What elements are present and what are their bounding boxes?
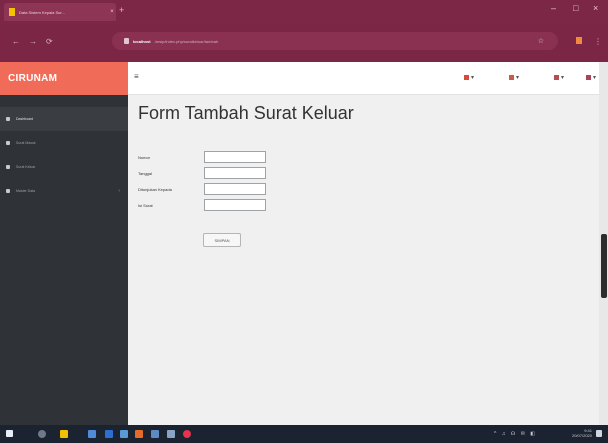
url-field[interactable]: localhost /arsip/index.php/suratkeluar/t…: [112, 32, 558, 50]
browser-address-bar: ← → ⟳ localhost /arsip/index.php/suratke…: [0, 24, 608, 62]
hamburger-menu-icon[interactable]: ≡: [134, 72, 139, 81]
sidebar-item-surat-masuk[interactable]: Surat Masuk: [0, 131, 128, 155]
extension-icon[interactable]: [576, 37, 582, 44]
forward-button[interactable]: →: [29, 37, 37, 46]
search-icon[interactable]: [38, 430, 46, 438]
vscode-icon[interactable]: [120, 430, 128, 438]
nomor-input[interactable]: [204, 151, 266, 163]
sidebar-item-dashboard[interactable]: Dashboard: [0, 107, 128, 131]
sidebar-item-label: Dashboard: [16, 117, 34, 121]
tanggal-input[interactable]: [204, 167, 266, 179]
chevron-left-icon: ‹: [118, 188, 120, 194]
brand-logo[interactable]: CIRUNAM: [0, 62, 128, 95]
sublime-icon[interactable]: [135, 430, 143, 438]
browser-tab[interactable]: Data Sistem Kepala Sur... ×: [4, 3, 116, 21]
browser-menu-icon[interactable]: ⋮: [594, 37, 602, 46]
new-tab-button[interactable]: +: [119, 5, 124, 15]
back-button[interactable]: ←: [12, 37, 20, 46]
os-taskbar: ^ ♫ ☊ ✉ ◧ 9:41 20/07/2020: [0, 425, 608, 443]
notification-dropdown[interactable]: ▾: [464, 74, 474, 81]
outbox-icon: [6, 165, 10, 169]
url-host: localhost: [133, 38, 151, 44]
browser-taskbar-icon[interactable]: [105, 430, 113, 438]
envelope-icon: [509, 74, 514, 80]
browser-tab-bar: Data Sistem Kepala Sur... × + – □ ×: [0, 0, 608, 24]
bookmark-star-icon[interactable]: ☆: [538, 37, 544, 45]
message-dropdown[interactable]: ▾: [509, 74, 519, 81]
file-explorer-icon[interactable]: [60, 430, 68, 438]
inbox-icon: [6, 141, 10, 145]
sidebar-item-label: Surat Masuk: [16, 141, 36, 145]
favicon-icon: [9, 8, 15, 16]
form-row-tanggal: Tanggal: [138, 167, 266, 179]
page-title: Form Tambah Surat Keluar: [138, 103, 354, 123]
start-menu-icon[interactable]: [6, 430, 13, 437]
scrollbar-thumb[interactable]: [601, 234, 607, 298]
system-tray-icons[interactable]: ^ ♫ ☊ ✉ ◧: [494, 431, 537, 437]
tasks-icon: [554, 74, 559, 80]
tab-close-icon[interactable]: ×: [108, 9, 116, 15]
ditunjukan-kepada-label: Ditunjukan Kepada: [138, 186, 172, 192]
close-window-button[interactable]: ×: [593, 3, 598, 13]
page-scrollbar[interactable]: [599, 62, 608, 425]
sidebar-item-label: Surat Keluar: [16, 165, 36, 169]
form-row-ditunjukan-kepada: Ditunjukan Kepada: [138, 183, 266, 195]
terminal-icon[interactable]: [151, 430, 159, 438]
form-row-isi-surat: Isi Surat: [138, 199, 266, 211]
tanggal-label: Tanggal: [138, 170, 153, 176]
notification-center-icon[interactable]: [596, 430, 602, 437]
user-dropdown[interactable]: ▾: [586, 74, 596, 81]
nomor-label: Nomor: [138, 154, 151, 160]
app-icon[interactable]: [88, 430, 96, 438]
main-content: Form Tambah Surat Keluar Nomor Tanggal D…: [128, 95, 599, 425]
chrome-icon[interactable]: [183, 430, 191, 438]
clock[interactable]: 9:41 20/07/2020: [572, 428, 592, 438]
clock-date: 20/07/2020: [571, 433, 592, 438]
minimize-button[interactable]: –: [551, 3, 556, 13]
sidebar-item-label: Master Data: [16, 189, 36, 193]
alert-icon: [464, 74, 469, 80]
isi-surat-input[interactable]: [204, 199, 266, 211]
tab-title: Data Sistem Kepala Sur...: [19, 9, 65, 15]
ditunjukan-kepada-input[interactable]: [204, 183, 266, 195]
sidebar-item-master-data[interactable]: Master Data ‹: [0, 179, 128, 203]
reload-button[interactable]: ⟳: [46, 37, 53, 46]
form-row-nomor: Nomor: [138, 151, 266, 163]
maximize-button[interactable]: □: [573, 3, 578, 13]
url-path: /arsip/index.php/suratkeluar/tambah: [154, 38, 219, 44]
dashboard-icon: [6, 117, 10, 121]
database-icon: [6, 189, 10, 193]
info-icon[interactable]: [124, 38, 129, 44]
user-icon: [586, 74, 591, 80]
save-button[interactable]: SIMPAN: [203, 233, 241, 247]
isi-surat-label: Isi Surat: [138, 202, 153, 208]
sidebar-item-surat-keluar[interactable]: Surat Keluar: [0, 155, 128, 179]
task-dropdown[interactable]: ▾: [554, 74, 564, 81]
top-navbar: ≡ ▾ ▾ ▾ ▾: [128, 62, 608, 95]
phone-icon[interactable]: [167, 430, 175, 438]
web-page: CIRUNAM ≡ ▾ ▾ ▾ ▾ Dashboard Surat Masuk …: [0, 62, 608, 425]
sidebar: Dashboard Surat Masuk Surat Keluar Maste…: [0, 95, 128, 425]
